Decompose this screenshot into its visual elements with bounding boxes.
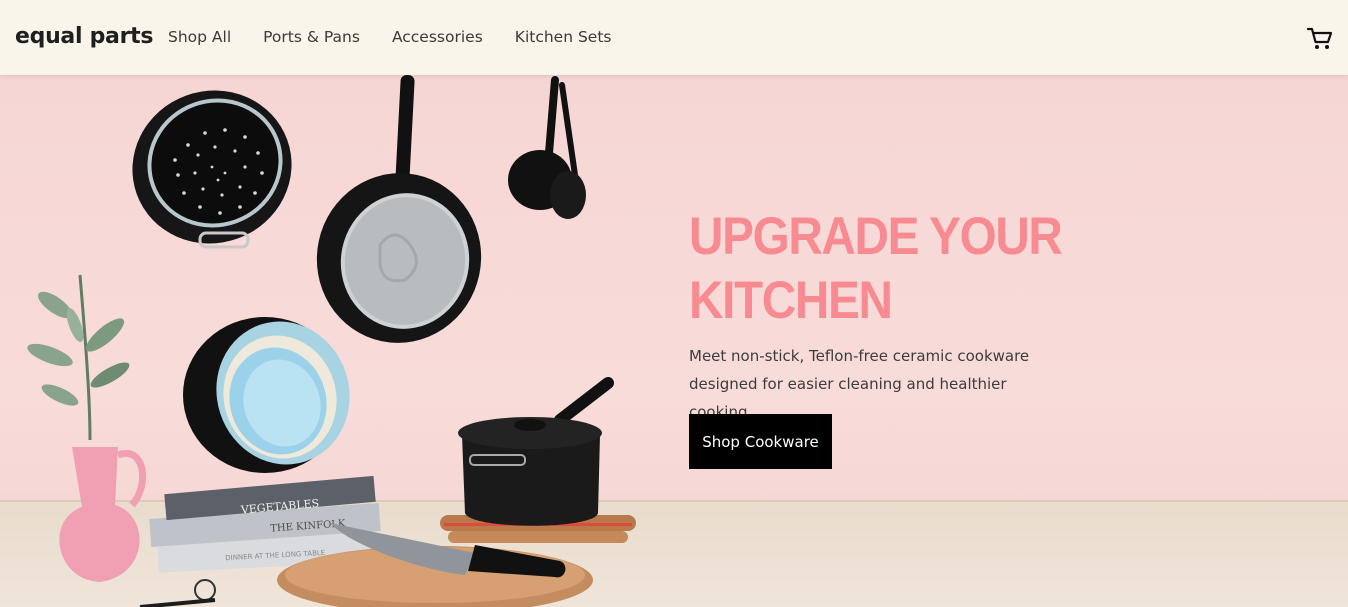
hero-banner: VEGETABLES THE KINFOLK DINNER AT THE LON… bbox=[0, 75, 1348, 607]
nav-link-kitchen-sets[interactable]: Kitchen Sets bbox=[515, 28, 612, 46]
shopping-cart-icon[interactable] bbox=[1306, 24, 1334, 52]
hero-title: UPGRADE YOUR KITCHEN bbox=[689, 207, 1063, 330]
plant-vase-image bbox=[27, 274, 147, 582]
keys-image bbox=[139, 579, 216, 607]
nav-link-pots-pans[interactable]: Ports & Pans bbox=[263, 28, 360, 46]
shop-cookware-button[interactable]: Shop Cookware bbox=[689, 414, 832, 469]
nav-link-accessories[interactable]: Accessories bbox=[392, 28, 483, 46]
frying-pan-image bbox=[316, 75, 482, 343]
nav-link-shop-all[interactable]: Shop All bbox=[168, 28, 231, 46]
hero-cookware-image: VEGETABLES THE KINFOLK DINNER AT THE LON… bbox=[27, 75, 636, 607]
saucepan-image bbox=[458, 377, 614, 526]
colander-image bbox=[132, 90, 292, 249]
top-navigation-bar: equal parts Shop All Ports & Pans Access… bbox=[0, 0, 1348, 75]
measuring-cups-image bbox=[508, 76, 586, 219]
main-nav: Shop All Ports & Pans Accessories Kitche… bbox=[168, 28, 644, 46]
mixing-bowls-image bbox=[183, 317, 350, 473]
brand-logo[interactable]: equal parts bbox=[15, 24, 153, 49]
